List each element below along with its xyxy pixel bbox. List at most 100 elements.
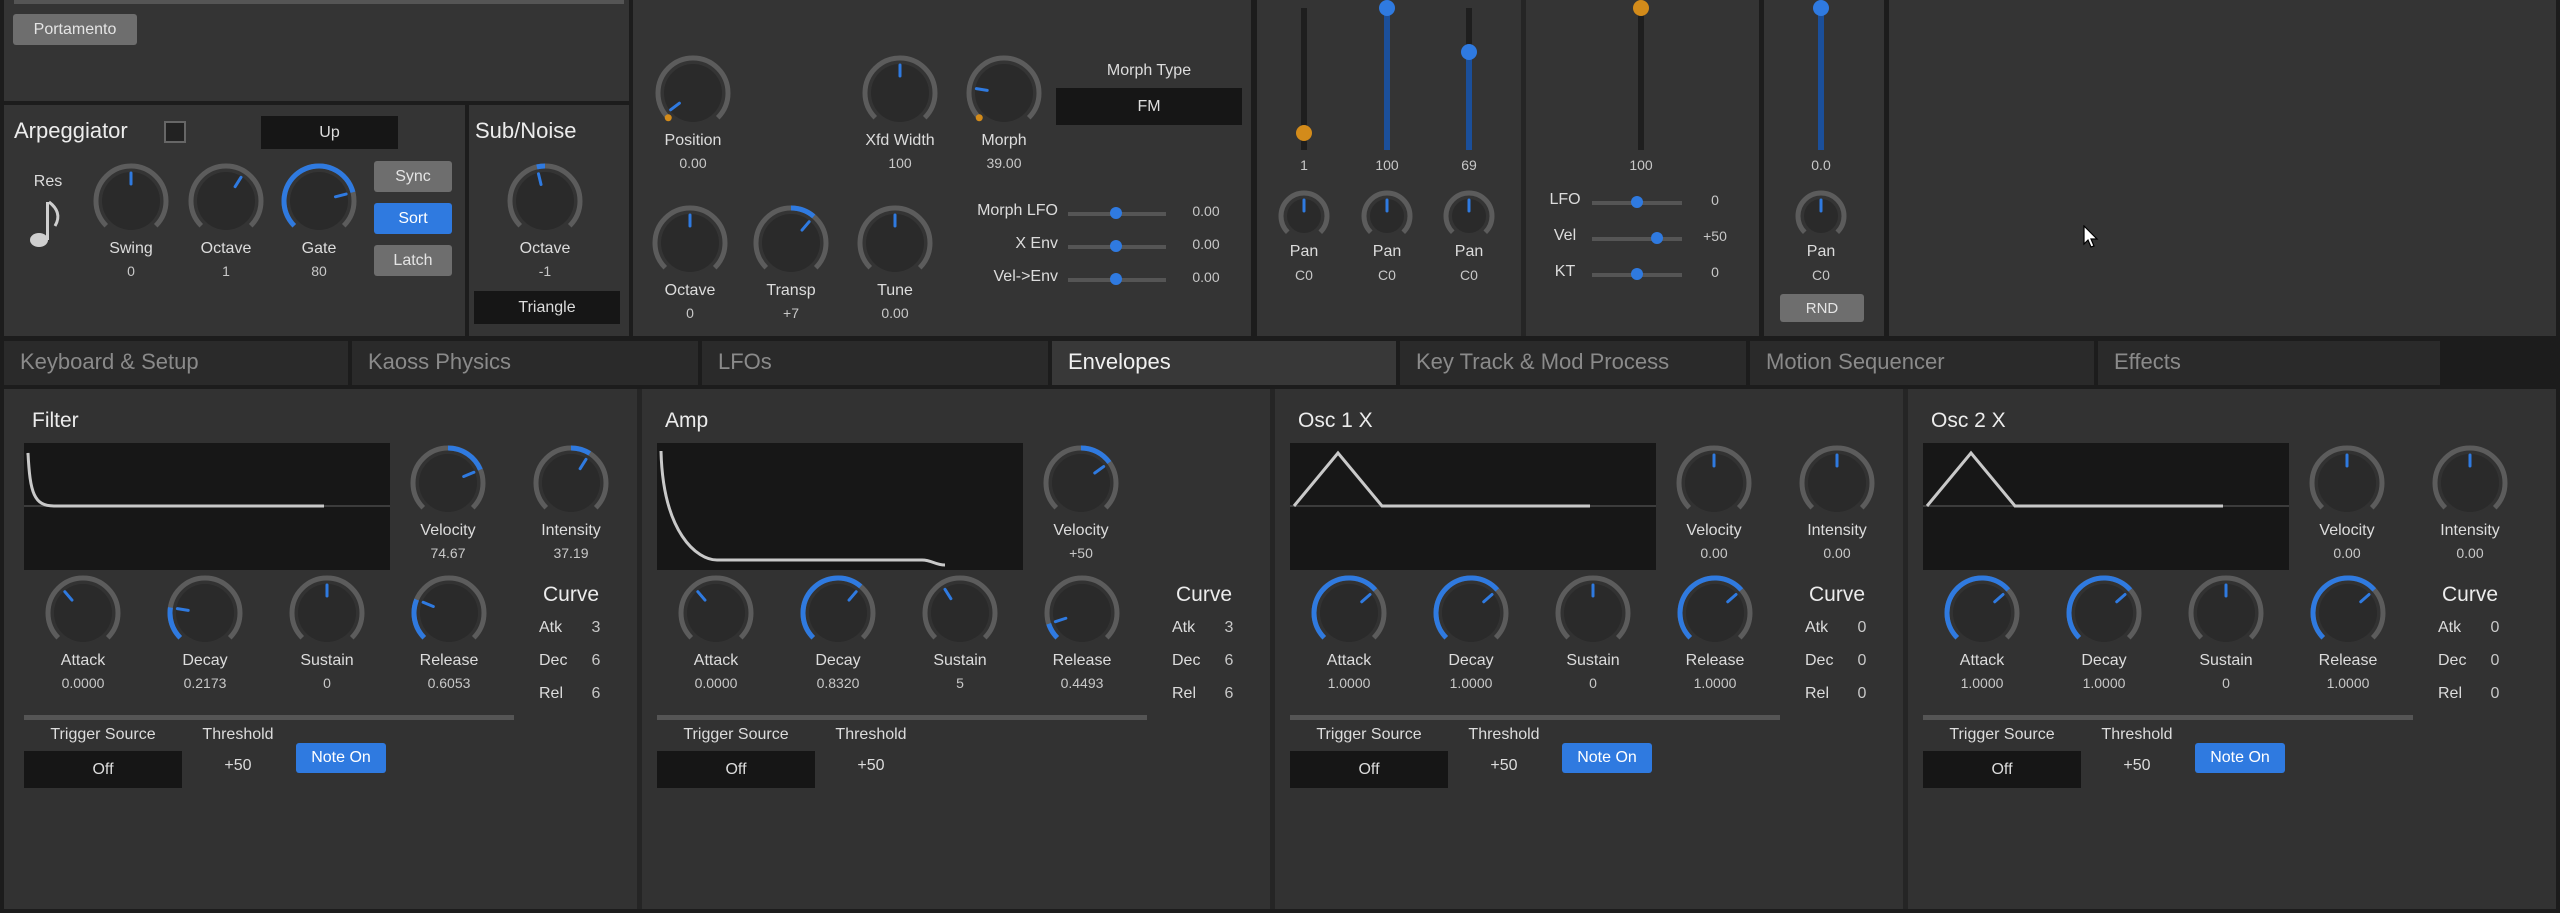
envelope-graph[interactable] (24, 443, 390, 570)
osc-slider-thumb[interactable] (1110, 207, 1122, 219)
empty-panel (1889, 0, 2556, 336)
envelope-decay-knob[interactable] (2066, 575, 2142, 651)
envelope-velocity-knob[interactable] (410, 445, 486, 521)
envelope-attack-label: Attack (1959, 652, 2005, 669)
morph-type-select[interactable]: FM (1056, 88, 1242, 125)
note-on-button[interactable]: Note On (1562, 743, 1652, 773)
trigger-source-select[interactable]: Off (657, 751, 815, 788)
tab-motion-sequencer[interactable]: Motion Sequencer (1750, 341, 2094, 385)
envelope-velocity-knob[interactable] (1043, 445, 1119, 521)
portamento-slider-track[interactable] (14, 0, 624, 4)
curve-title: Curve (1809, 583, 1866, 606)
envelope-release-knob[interactable] (1044, 575, 1120, 651)
trigger-source-select[interactable]: Off (1923, 751, 2081, 788)
osc-knob-position[interactable] (655, 55, 731, 131)
envelope-sustain-knob[interactable] (922, 575, 998, 651)
mod-slider-thumb[interactable] (1631, 268, 1643, 280)
arp-sort-button[interactable]: Sort (374, 203, 452, 234)
tab-lfos[interactable]: LFOs (702, 341, 1048, 385)
mod-slider-thumb[interactable] (1631, 196, 1643, 208)
curve-atk-label: Atk (1805, 619, 1829, 636)
osc-knob-label: Morph (981, 132, 1027, 149)
envelope-intensity-label: Intensity (1807, 522, 1867, 539)
subnoise-octave-knob[interactable] (507, 163, 583, 239)
envelope-release-value: 1.0000 (2326, 675, 2370, 691)
osc-knob-xfd-width[interactable] (862, 55, 938, 131)
mixer-pan-knob-3[interactable] (1443, 190, 1495, 242)
portamento-button[interactable]: Portamento (13, 14, 137, 45)
trigger-source-label: Trigger Source (50, 726, 156, 743)
tab-keyboard-setup[interactable]: Keyboard & Setup (4, 341, 348, 385)
osc-knob-tune[interactable] (857, 205, 933, 281)
envelope-attack-knob[interactable] (1311, 575, 1387, 651)
envelope-attack-knob[interactable] (45, 575, 121, 651)
noise-channel-fader-thumb[interactable] (1813, 0, 1829, 16)
envelope-attack-value: 0.0000 (61, 675, 105, 691)
osc-knob-label: Octave (664, 282, 716, 299)
osc-knob-transp[interactable] (753, 205, 829, 281)
envelope-graph[interactable] (657, 443, 1023, 570)
eighth-note-icon[interactable] (27, 198, 67, 250)
subnoise-title: Sub/Noise (475, 118, 577, 143)
envelope-graph[interactable] (1923, 443, 2289, 570)
arp-knob-swing[interactable] (93, 163, 169, 239)
arpeggiator-toggle[interactable] (164, 121, 186, 143)
tab-key-track-mod-process[interactable]: Key Track & Mod Process (1400, 341, 1746, 385)
arp-knob-gate[interactable] (281, 163, 357, 239)
envelope-sustain-knob[interactable] (289, 575, 365, 651)
noise-channel-pan-knob[interactable] (1795, 190, 1847, 242)
envelope-decay-knob[interactable] (800, 575, 876, 651)
threshold-label: Threshold (202, 726, 274, 743)
envelope-sustain-knob[interactable] (1555, 575, 1631, 651)
arp-knob-label: Swing (109, 240, 153, 257)
mod-slider-track[interactable] (1592, 237, 1682, 241)
envelope-release-knob[interactable] (411, 575, 487, 651)
curve-atk-value: 0 (1857, 619, 1867, 636)
mixer-fader-1-thumb[interactable] (1296, 124, 1312, 141)
envelope-intensity-knob[interactable] (2432, 445, 2508, 521)
subnoise-wave-select[interactable]: Triangle (474, 291, 620, 324)
arp-sync-button[interactable]: Sync (374, 161, 452, 192)
mixer-fader-2-thumb[interactable] (1379, 0, 1395, 16)
envelope-divider (1903, 389, 1908, 909)
envelope-attack-knob[interactable] (678, 575, 754, 651)
tab-envelopes[interactable]: Envelopes (1052, 341, 1396, 385)
envelope-graph[interactable] (1290, 443, 1656, 570)
mixer-pan-knob-2[interactable] (1361, 190, 1413, 242)
envelope-velocity-value: 0.00 (2333, 545, 2361, 561)
osc-slider-thumb[interactable] (1110, 240, 1122, 252)
envelope-velocity-knob[interactable] (1676, 445, 1752, 521)
arpeggiator-mode-select[interactable]: Up (261, 116, 398, 149)
envelope-release-knob[interactable] (1677, 575, 1753, 651)
osc-slider-thumb[interactable] (1110, 273, 1122, 285)
mixer-pan-knob-1[interactable] (1278, 190, 1330, 242)
envelope-velocity-knob[interactable] (2309, 445, 2385, 521)
tab-kaoss-physics[interactable]: Kaoss Physics (352, 341, 698, 385)
envelope-attack-knob[interactable] (1944, 575, 2020, 651)
mixer-fader-3-thumb[interactable] (1461, 44, 1477, 61)
rnd-button[interactable]: RND (1780, 294, 1864, 322)
mixer-fader-2-fill (1384, 8, 1390, 150)
arp-latch-button[interactable]: Latch (374, 245, 452, 276)
envelope-intensity-knob[interactable] (1799, 445, 1875, 521)
envelope-decay-knob[interactable] (167, 575, 243, 651)
trigger-source-select[interactable]: Off (24, 751, 182, 788)
trigger-source-select[interactable]: Off (1290, 751, 1448, 788)
envelope-release-knob[interactable] (2310, 575, 2386, 651)
fader-group2-thumb[interactable] (1633, 0, 1649, 16)
envelope-release-value: 0.6053 (427, 675, 471, 691)
curve-rel-label: Rel (2438, 685, 2463, 702)
osc-knob-octave[interactable] (652, 205, 728, 281)
envelope-intensity-knob[interactable] (533, 445, 609, 521)
arp-knob-octave[interactable] (188, 163, 264, 239)
osc-knob-value: +7 (783, 305, 799, 321)
tab-effects[interactable]: Effects (2098, 341, 2440, 385)
threshold-label: Threshold (1468, 726, 1540, 743)
note-on-button[interactable]: Note On (296, 743, 386, 773)
osc-knob-morph[interactable] (966, 55, 1042, 131)
note-on-button[interactable]: Note On (2195, 743, 2285, 773)
envelope-sustain-label: Sustain (2199, 652, 2253, 669)
envelope-sustain-knob[interactable] (2188, 575, 2264, 651)
mod-slider-thumb[interactable] (1650, 232, 1663, 244)
envelope-decay-knob[interactable] (1433, 575, 1509, 651)
